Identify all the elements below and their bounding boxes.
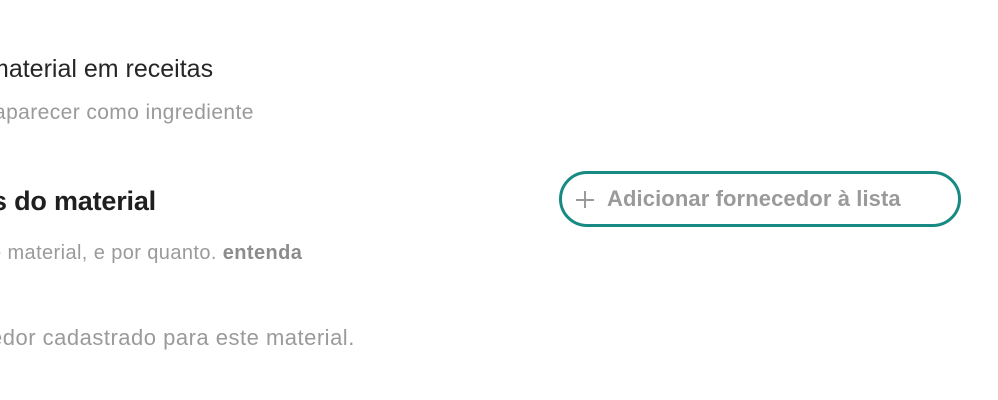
recipes-section-subtitle: aparecer como ingrediente: [0, 101, 254, 124]
suppliers-description-text: e material, e por quanto.: [0, 242, 217, 264]
suppliers-section-title: s do material: [0, 186, 156, 216]
material-settings-panel: material em receitas aparecer como ingre…: [0, 0, 998, 400]
add-supplier-button-label: Adicionar fornecedor à lista: [607, 186, 901, 211]
suppliers-section-description: e material, e por quanto. entenda: [0, 242, 302, 265]
learn-more-link[interactable]: entenda: [223, 242, 302, 264]
recipes-section-title: material em receitas: [0, 55, 214, 83]
add-supplier-button[interactable]: Adicionar fornecedor à lista: [559, 171, 961, 227]
plus-icon: [574, 188, 596, 210]
suppliers-empty-state: edor cadastrado para este material.: [0, 325, 355, 350]
